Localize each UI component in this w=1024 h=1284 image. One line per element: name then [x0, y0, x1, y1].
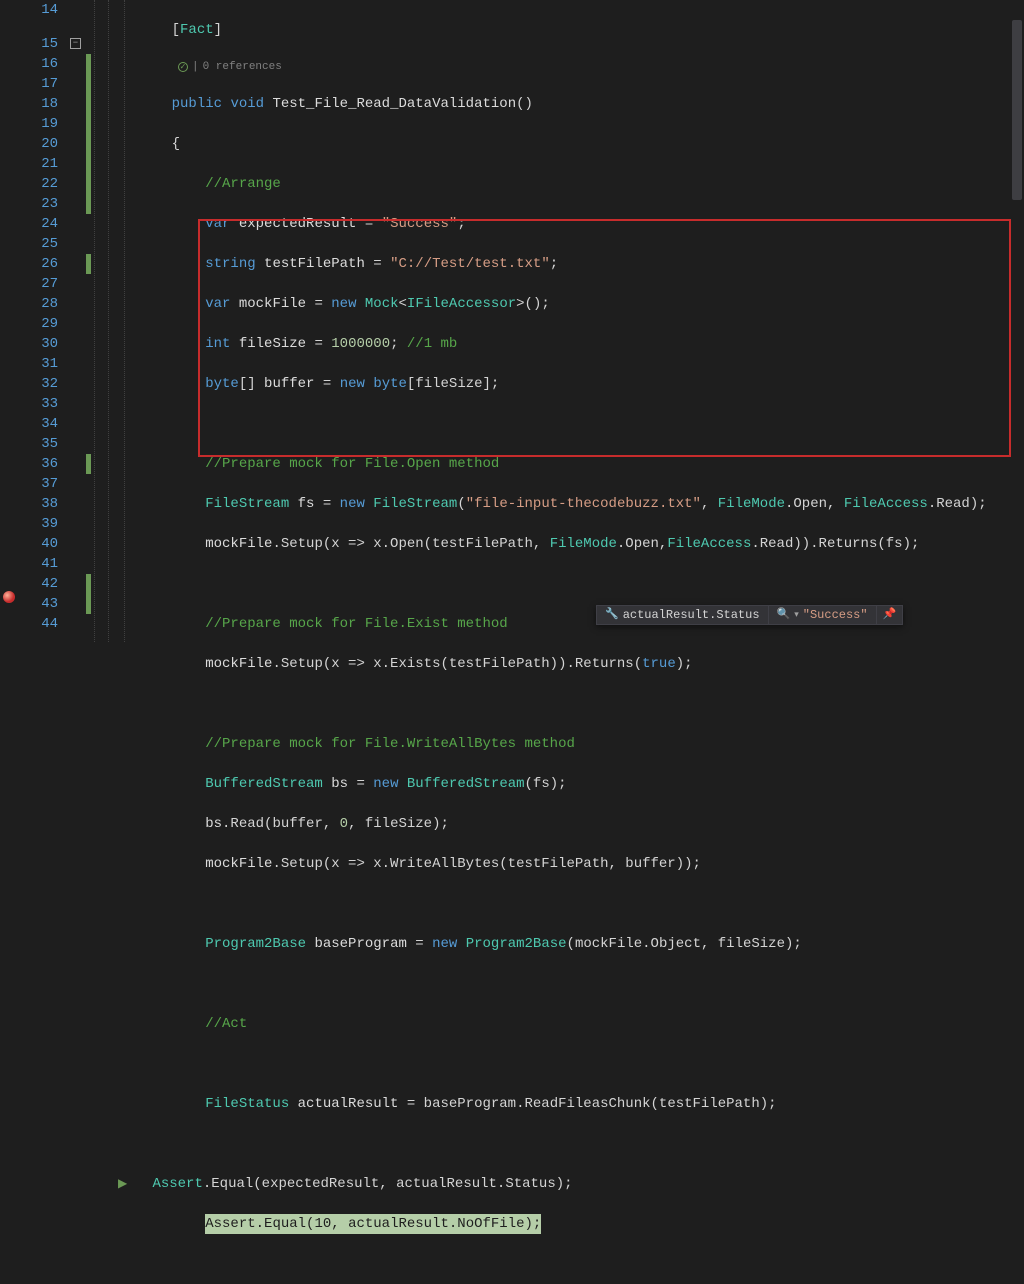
pin-icon[interactable]: 📌 — [876, 605, 903, 625]
type: Mock — [365, 296, 399, 312]
line-number[interactable]: 14 — [18, 0, 58, 20]
line-number[interactable]: 17 — [18, 74, 58, 94]
line-number[interactable]: 19 — [18, 114, 58, 134]
keyword: new — [340, 376, 365, 392]
indent-guides — [92, 0, 138, 642]
current-statement-icon: ▶ — [118, 1177, 127, 1191]
scrollbar-thumb[interactable] — [1012, 20, 1022, 200]
codelens-refs[interactable]: 0 references — [203, 60, 282, 74]
line-number[interactable]: 35 — [18, 434, 58, 454]
codelens[interactable]: ✓|0 references — [178, 60, 1024, 74]
keyword: new — [373, 776, 398, 792]
keyword: new — [340, 496, 365, 512]
line-number[interactable]: 42 — [18, 574, 58, 594]
attribute: Fact — [180, 22, 214, 38]
type: Program2Base — [205, 936, 306, 952]
line-number[interactable]: 25 — [18, 234, 58, 254]
type: FileStream — [205, 496, 289, 512]
line-number[interactable]: 24 — [18, 214, 58, 234]
type: BufferedStream — [407, 776, 525, 792]
keyword: byte — [205, 376, 239, 392]
comment: //1 mb — [407, 336, 457, 352]
string-literal: "Success" — [382, 216, 458, 232]
type: FileStatus — [205, 1096, 289, 1112]
method-name: Test_File_Read_DataValidation — [272, 96, 516, 112]
comment: //Prepare mock for File.WriteAllBytes me… — [205, 736, 575, 752]
code-content[interactable]: [Fact] ✓|0 references public void Test_F… — [138, 0, 1024, 642]
line-number[interactable]: 18 — [18, 94, 58, 114]
fold-margin[interactable]: − — [68, 0, 86, 642]
string-literal: "C://Test/test.txt" — [390, 256, 550, 272]
brace: { — [172, 136, 180, 152]
line-number[interactable]: 20 — [18, 134, 58, 154]
type: BufferedStream — [205, 776, 323, 792]
check-icon: ✓ — [178, 62, 188, 72]
line-number[interactable]: 41 — [18, 554, 58, 574]
keyword: var — [205, 216, 230, 232]
highlighted-line: Assert.Equal(10, actualResult.NoOfFile); — [205, 1214, 541, 1234]
keyword: new — [432, 936, 457, 952]
number: 1000000 — [331, 336, 390, 352]
line-number[interactable]: 34 — [18, 414, 58, 434]
comment: //Act — [205, 1016, 247, 1032]
line-number[interactable]: 40 — [18, 534, 58, 554]
line-number[interactable]: 22 — [18, 174, 58, 194]
keyword: void — [230, 96, 264, 112]
line-number[interactable]: 39 — [18, 514, 58, 534]
keyword: true — [642, 656, 676, 672]
line-number[interactable]: 23 — [18, 194, 58, 214]
line-number[interactable]: 38 — [18, 494, 58, 514]
vertical-scrollbar[interactable] — [1010, 0, 1024, 642]
keyword: new — [331, 296, 356, 312]
fold-toggle-icon[interactable]: − — [70, 38, 81, 49]
string-literal: "file-input-thecodebuzz.txt" — [466, 496, 701, 512]
magnifier-icon[interactable]: 🔍 — [777, 605, 791, 625]
line-number[interactable]: 31 — [18, 354, 58, 374]
datatip-expression: actualResult.Status — [623, 605, 760, 625]
dropdown-icon[interactable]: ▾ — [794, 605, 799, 625]
line-number[interactable]: 28 — [18, 294, 58, 314]
line-number[interactable]: 15 — [18, 34, 58, 54]
breakpoint-icon[interactable] — [3, 591, 15, 603]
line-number[interactable]: 44 — [18, 614, 58, 634]
comment: //Prepare mock for File.Open method — [205, 456, 499, 472]
datatip-value: "Success" — [803, 605, 868, 625]
comment: //Arrange — [205, 176, 281, 192]
line-number-gutter[interactable]: 14 15 16 17 18 19 20 21 22 23 24 25 26 2… — [18, 0, 68, 642]
number: 0 — [340, 816, 348, 832]
keyword: byte — [373, 376, 407, 392]
keyword: public — [172, 96, 222, 112]
comment: //Prepare mock for File.Exist method — [205, 616, 507, 632]
keyword: int — [205, 336, 230, 352]
line-number[interactable]: 43 — [18, 594, 58, 614]
line-number[interactable]: 36 — [18, 454, 58, 474]
debug-datatip[interactable]: 🔧 actualResult.Status 🔍 ▾ "Success" 📌 — [596, 605, 903, 625]
line-number[interactable]: 16 — [18, 54, 58, 74]
line-number[interactable]: 21 — [18, 154, 58, 174]
glyph-margin[interactable] — [0, 0, 18, 642]
type: IFileAccessor — [407, 296, 516, 312]
keyword: var — [205, 296, 230, 312]
wrench-icon[interactable]: 🔧 — [605, 605, 619, 625]
line-number[interactable]: 32 — [18, 374, 58, 394]
type: Program2Base — [466, 936, 567, 952]
keyword: string — [205, 256, 255, 272]
line-number[interactable]: 33 — [18, 394, 58, 414]
code-editor[interactable]: 14 15 16 17 18 19 20 21 22 23 24 25 26 2… — [0, 0, 1024, 642]
line-number[interactable]: 37 — [18, 474, 58, 494]
line-number[interactable]: 30 — [18, 334, 58, 354]
line-number[interactable]: 29 — [18, 314, 58, 334]
line-number[interactable]: 26 — [18, 254, 58, 274]
type: FileStream — [373, 496, 457, 512]
line-number[interactable]: 27 — [18, 274, 58, 294]
